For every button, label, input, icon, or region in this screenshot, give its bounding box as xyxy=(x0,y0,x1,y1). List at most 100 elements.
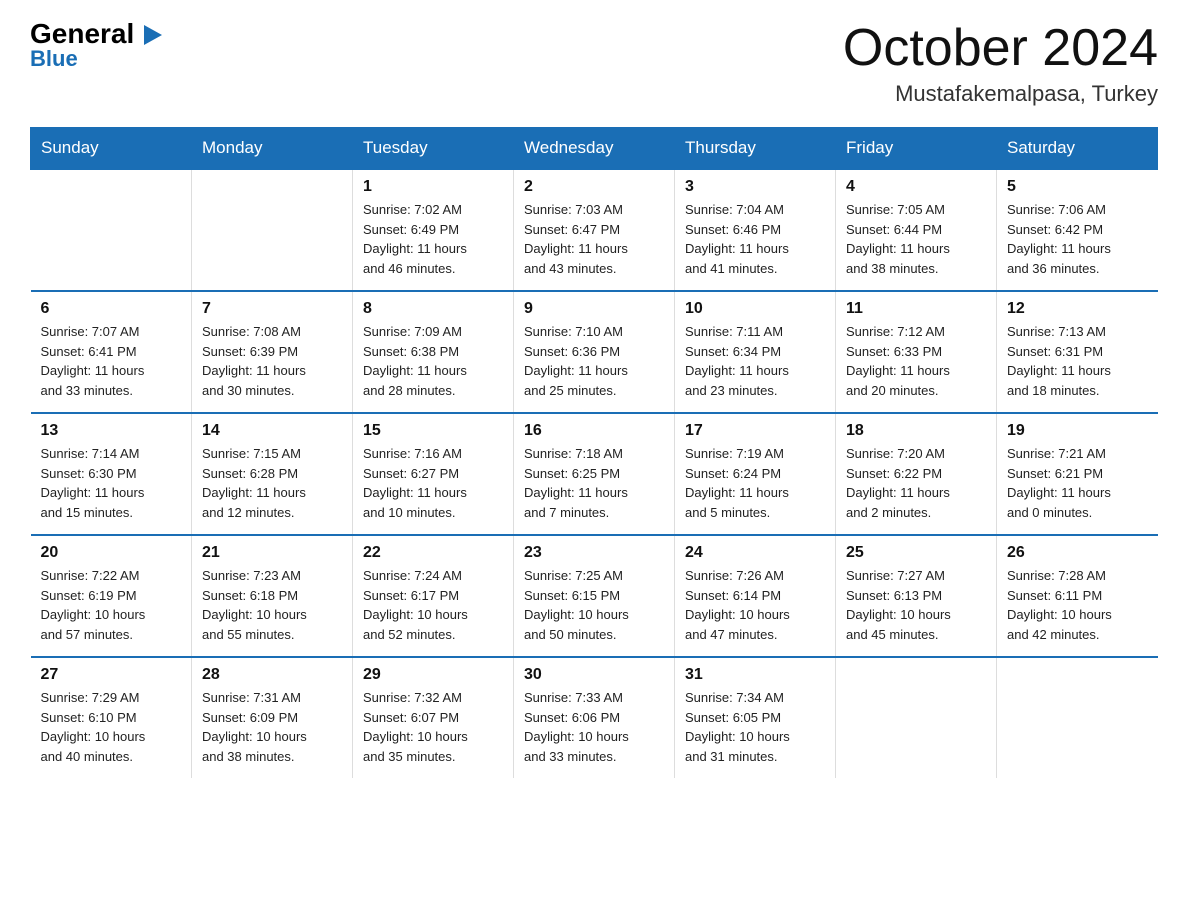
day-number: 25 xyxy=(846,544,986,562)
calendar-cell: 19 Sunrise: 7:21 AMSunset: 6:21 PMDayligh… xyxy=(997,413,1158,535)
day-number: 16 xyxy=(524,422,664,440)
day-info: Sunrise: 7:21 AMSunset: 6:21 PMDaylight:… xyxy=(1007,444,1148,522)
day-number: 24 xyxy=(685,544,825,562)
day-info: Sunrise: 7:06 AMSunset: 6:42 PMDaylight:… xyxy=(1007,200,1148,278)
day-number: 14 xyxy=(202,422,342,440)
day-number: 4 xyxy=(846,178,986,196)
calendar-cell: 17 Sunrise: 7:19 AMSunset: 6:24 PMDayligh… xyxy=(675,413,836,535)
calendar-cell: 15 Sunrise: 7:16 AMSunset: 6:27 PMDayligh… xyxy=(353,413,514,535)
day-number: 15 xyxy=(363,422,503,440)
day-info: Sunrise: 7:16 AMSunset: 6:27 PMDaylight:… xyxy=(363,444,503,522)
day-info: Sunrise: 7:15 AMSunset: 6:28 PMDaylight:… xyxy=(202,444,342,522)
day-info: Sunrise: 7:18 AMSunset: 6:25 PMDaylight:… xyxy=(524,444,664,522)
title-section: October 2024 Mustafakemalpasa, Turkey xyxy=(843,20,1158,107)
calendar-cell: 1 Sunrise: 7:02 AMSunset: 6:49 PMDaylight… xyxy=(353,169,514,291)
calendar-cell: 20 Sunrise: 7:22 AMSunset: 6:19 PMDayligh… xyxy=(31,535,192,657)
calendar-cell: 31 Sunrise: 7:34 AMSunset: 6:05 PMDayligh… xyxy=(675,657,836,778)
day-number: 31 xyxy=(685,666,825,684)
calendar-cell: 12 Sunrise: 7:13 AMSunset: 6:31 PMDayligh… xyxy=(997,291,1158,413)
day-number: 1 xyxy=(363,178,503,196)
calendar-week-2: 6 Sunrise: 7:07 AMSunset: 6:41 PMDaylight… xyxy=(31,291,1158,413)
calendar-cell: 10 Sunrise: 7:11 AMSunset: 6:34 PMDayligh… xyxy=(675,291,836,413)
day-number: 5 xyxy=(1007,178,1148,196)
day-number: 10 xyxy=(685,300,825,318)
day-number: 9 xyxy=(524,300,664,318)
day-number: 11 xyxy=(846,300,986,318)
calendar-cell: 21 Sunrise: 7:23 AMSunset: 6:18 PMDayligh… xyxy=(192,535,353,657)
day-number: 13 xyxy=(41,422,182,440)
day-number: 22 xyxy=(363,544,503,562)
day-number: 18 xyxy=(846,422,986,440)
calendar-week-5: 27Sunrise: 7:29 AMSunset: 6:10 PMDayligh… xyxy=(31,657,1158,778)
day-info: Sunrise: 7:02 AMSunset: 6:49 PMDaylight:… xyxy=(363,200,503,278)
col-sunday: Sunday xyxy=(31,128,192,170)
day-number: 6 xyxy=(41,300,182,318)
calendar-header: Sunday Monday Tuesday Wednesday Thursday… xyxy=(31,128,1158,170)
day-info: Sunrise: 7:11 AMSunset: 6:34 PMDaylight:… xyxy=(685,322,825,400)
calendar-cell: 22Sunrise: 7:24 AMSunset: 6:17 PMDayligh… xyxy=(353,535,514,657)
calendar-cell: 5 Sunrise: 7:06 AMSunset: 6:42 PMDaylight… xyxy=(997,169,1158,291)
day-number: 8 xyxy=(363,300,503,318)
day-info: Sunrise: 7:23 AMSunset: 6:18 PMDaylight:… xyxy=(202,566,342,644)
day-number: 2 xyxy=(524,178,664,196)
day-number: 28 xyxy=(202,666,342,684)
day-number: 12 xyxy=(1007,300,1148,318)
calendar-cell: 23 Sunrise: 7:25 AMSunset: 6:15 PMDayligh… xyxy=(514,535,675,657)
day-info: Sunrise: 7:34 AMSunset: 6:05 PMDaylight:… xyxy=(685,688,825,766)
day-number: 17 xyxy=(685,422,825,440)
calendar-cell xyxy=(997,657,1158,778)
day-number: 21 xyxy=(202,544,342,562)
calendar-cell: 25Sunrise: 7:27 AMSunset: 6:13 PMDayligh… xyxy=(836,535,997,657)
day-info: Sunrise: 7:28 AMSunset: 6:11 PMDaylight:… xyxy=(1007,566,1148,644)
day-info: Sunrise: 7:14 AMSunset: 6:30 PMDaylight:… xyxy=(41,444,182,522)
day-info: Sunrise: 7:32 AMSunset: 6:07 PMDaylight:… xyxy=(363,688,503,766)
calendar-cell: 6 Sunrise: 7:07 AMSunset: 6:41 PMDaylight… xyxy=(31,291,192,413)
day-info: Sunrise: 7:20 AMSunset: 6:22 PMDaylight:… xyxy=(846,444,986,522)
calendar-week-1: 1 Sunrise: 7:02 AMSunset: 6:49 PMDaylight… xyxy=(31,169,1158,291)
calendar-cell: 24 Sunrise: 7:26 AMSunset: 6:14 PMDayligh… xyxy=(675,535,836,657)
calendar-cell: 7Sunrise: 7:08 AMSunset: 6:39 PMDaylight… xyxy=(192,291,353,413)
calendar-cell xyxy=(192,169,353,291)
day-info: Sunrise: 7:19 AMSunset: 6:24 PMDaylight:… xyxy=(685,444,825,522)
day-info: Sunrise: 7:33 AMSunset: 6:06 PMDaylight:… xyxy=(524,688,664,766)
calendar-cell: 8 Sunrise: 7:09 AMSunset: 6:38 PMDaylight… xyxy=(353,291,514,413)
month-title: October 2024 xyxy=(843,20,1158,77)
calendar-cell: 26Sunrise: 7:28 AMSunset: 6:11 PMDayligh… xyxy=(997,535,1158,657)
day-info: Sunrise: 7:05 AMSunset: 6:44 PMDaylight:… xyxy=(846,200,986,278)
day-info: Sunrise: 7:09 AMSunset: 6:38 PMDaylight:… xyxy=(363,322,503,400)
calendar-cell: 30 Sunrise: 7:33 AMSunset: 6:06 PMDayligh… xyxy=(514,657,675,778)
calendar-cell: 4 Sunrise: 7:05 AMSunset: 6:44 PMDaylight… xyxy=(836,169,997,291)
day-info: Sunrise: 7:13 AMSunset: 6:31 PMDaylight:… xyxy=(1007,322,1148,400)
logo-general: General xyxy=(30,20,143,48)
day-info: Sunrise: 7:25 AMSunset: 6:15 PMDaylight:… xyxy=(524,566,664,644)
logo: General Blue xyxy=(30,20,143,72)
calendar-cell xyxy=(31,169,192,291)
day-number: 23 xyxy=(524,544,664,562)
calendar-week-3: 13 Sunrise: 7:14 AMSunset: 6:30 PMDayligh… xyxy=(31,413,1158,535)
day-info: Sunrise: 7:31 AMSunset: 6:09 PMDaylight:… xyxy=(202,688,342,766)
day-info: Sunrise: 7:10 AMSunset: 6:36 PMDaylight:… xyxy=(524,322,664,400)
day-info: Sunrise: 7:12 AMSunset: 6:33 PMDaylight:… xyxy=(846,322,986,400)
header-row: Sunday Monday Tuesday Wednesday Thursday… xyxy=(31,128,1158,170)
calendar-cell: 16 Sunrise: 7:18 AMSunset: 6:25 PMDayligh… xyxy=(514,413,675,535)
day-number: 7 xyxy=(202,300,342,318)
day-number: 19 xyxy=(1007,422,1148,440)
day-number: 20 xyxy=(41,544,182,562)
calendar-cell xyxy=(836,657,997,778)
col-saturday: Saturday xyxy=(997,128,1158,170)
calendar-cell: 2 Sunrise: 7:03 AMSunset: 6:47 PMDaylight… xyxy=(514,169,675,291)
calendar-body: 1 Sunrise: 7:02 AMSunset: 6:49 PMDaylight… xyxy=(31,169,1158,778)
day-info: Sunrise: 7:26 AMSunset: 6:14 PMDaylight:… xyxy=(685,566,825,644)
day-number: 3 xyxy=(685,178,825,196)
day-number: 29 xyxy=(363,666,503,684)
day-info: Sunrise: 7:22 AMSunset: 6:19 PMDaylight:… xyxy=(41,566,182,644)
day-info: Sunrise: 7:29 AMSunset: 6:10 PMDaylight:… xyxy=(41,688,182,766)
calendar-table: Sunday Monday Tuesday Wednesday Thursday… xyxy=(30,127,1158,778)
calendar-cell: 29 Sunrise: 7:32 AMSunset: 6:07 PMDayligh… xyxy=(353,657,514,778)
day-info: Sunrise: 7:04 AMSunset: 6:46 PMDaylight:… xyxy=(685,200,825,278)
calendar-cell: 9 Sunrise: 7:10 AMSunset: 6:36 PMDaylight… xyxy=(514,291,675,413)
day-number: 30 xyxy=(524,666,664,684)
logo-blue: Blue xyxy=(30,46,78,72)
day-info: Sunrise: 7:03 AMSunset: 6:47 PMDaylight:… xyxy=(524,200,664,278)
day-info: Sunrise: 7:07 AMSunset: 6:41 PMDaylight:… xyxy=(41,322,182,400)
